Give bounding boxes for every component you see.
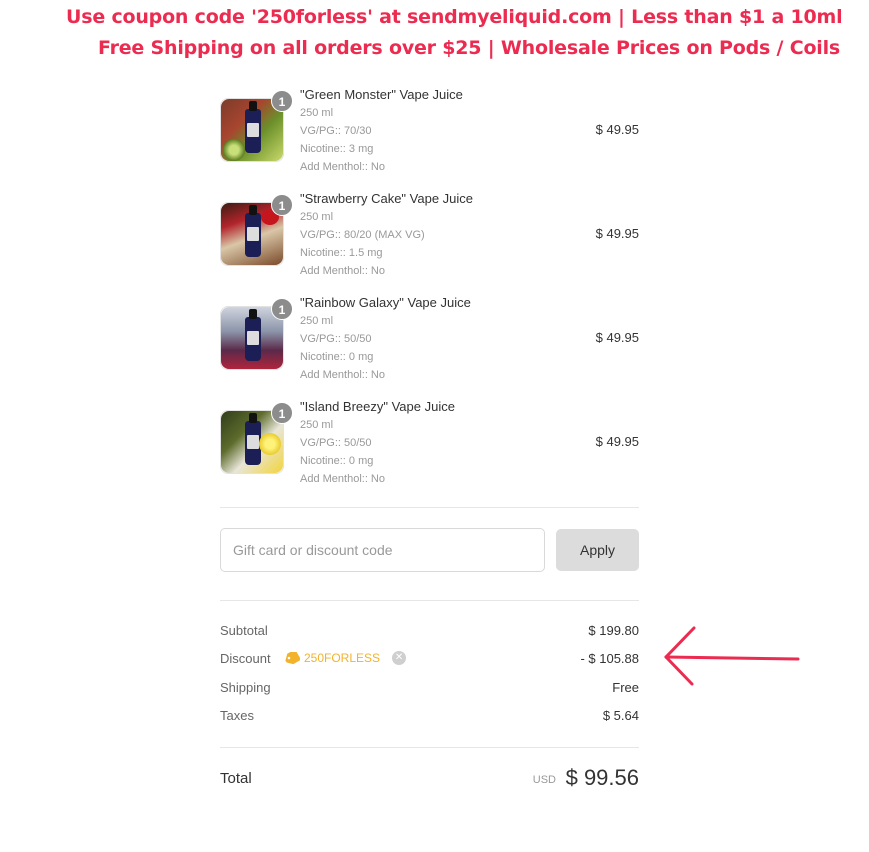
- applied-discount-tag: 250FORLESS ✕: [284, 651, 407, 665]
- line-item: 1 "Green Monster" Vape Juice 250 ml VG/P…: [220, 84, 639, 188]
- line-item: 1 "Strawberry Cake" Vape Juice 250 ml VG…: [220, 188, 639, 292]
- promo-banner-line-1: Use coupon code '250forless' at sendmyel…: [66, 6, 843, 28]
- product-info: "Strawberry Cake" Vape Juice 250 ml VG/P…: [300, 190, 473, 280]
- discount-code-input[interactable]: [220, 528, 545, 572]
- product-nicotine: Nicotine:: 0 mg: [300, 455, 374, 467]
- quantity-badge: 1: [271, 194, 293, 216]
- taxes-label: Taxes: [220, 708, 254, 723]
- line-item: 1 "Rainbow Galaxy" Vape Juice 250 ml VG/…: [220, 292, 639, 396]
- product-menthol: Add Menthol:: No: [300, 473, 385, 485]
- shipping-value: Free: [612, 680, 639, 695]
- annotation-arrow-icon: [664, 626, 800, 686]
- product-vgpg: VG/PG:: 80/20 (MAX VG): [300, 229, 425, 241]
- line-item: 1 "Island Breezy" Vape Juice 250 ml VG/P…: [220, 396, 639, 500]
- product-name: "Green Monster" Vape Juice: [300, 87, 463, 102]
- product-size: 250 ml: [300, 211, 334, 223]
- product-size: 250 ml: [300, 107, 334, 119]
- total-row: Total USD $ 99.56: [220, 748, 639, 812]
- product-price: $ 49.95: [595, 330, 639, 345]
- product-menthol: Add Menthol:: No: [300, 265, 385, 277]
- product-thumbnail: 1: [220, 90, 293, 162]
- product-size: 250 ml: [300, 419, 334, 431]
- quantity-badge: 1: [271, 298, 293, 320]
- tag-icon: [285, 652, 300, 664]
- product-nicotine: Nicotine:: 3 mg: [300, 143, 374, 155]
- product-name: "Strawberry Cake" Vape Juice: [300, 191, 474, 206]
- subtotal-label: Subtotal: [220, 623, 268, 638]
- product-thumbnail: 1: [220, 298, 293, 370]
- product-price: $ 49.95: [595, 226, 639, 241]
- order-summary: 1 "Green Monster" Vape Juice 250 ml VG/P…: [220, 84, 639, 812]
- discount-code-form: Apply: [220, 508, 639, 600]
- promo-banner-line-2: Free Shipping on all orders over $25 | W…: [98, 37, 841, 59]
- taxes-value: $ 5.64: [602, 708, 639, 723]
- product-menthol: Add Menthol:: No: [300, 161, 385, 173]
- subtotal-value: $ 199.80: [588, 623, 639, 638]
- product-name: "Island Breezy" Vape Juice: [300, 399, 455, 414]
- product-info: "Rainbow Galaxy" Vape Juice 250 ml VG/PG…: [300, 294, 471, 384]
- shipping-row: Shipping Free: [220, 680, 639, 700]
- remove-discount-icon[interactable]: ✕: [392, 651, 407, 665]
- shipping-label: Shipping: [220, 680, 271, 695]
- product-info: "Island Breezy" Vape Juice 250 ml VG/PG:…: [300, 398, 455, 488]
- total-amount: $ 99.56: [565, 765, 639, 790]
- product-size: 250 ml: [300, 315, 334, 327]
- product-info: "Green Monster" Vape Juice 250 ml VG/PG:…: [300, 86, 463, 176]
- discount-label: Discount: [220, 651, 271, 666]
- product-name: "Rainbow Galaxy" Vape Juice: [300, 295, 471, 310]
- discount-row: Discount 250FORLESS ✕ - $ 105.88: [220, 651, 639, 671]
- product-price: $ 49.95: [595, 122, 639, 137]
- discount-code-text: 250FORLESS: [304, 651, 381, 665]
- product-nicotine: Nicotine:: 1.5 mg: [300, 247, 383, 259]
- product-vgpg: VG/PG:: 70/30: [300, 125, 372, 137]
- product-nicotine: Nicotine:: 0 mg: [300, 351, 374, 363]
- quantity-badge: 1: [271, 402, 293, 424]
- product-vgpg: VG/PG:: 50/50: [300, 333, 372, 345]
- product-price: $ 49.95: [595, 434, 639, 449]
- total-label: Total: [220, 770, 252, 787]
- product-thumbnail: 1: [220, 194, 293, 266]
- apply-discount-button[interactable]: Apply: [556, 529, 639, 571]
- taxes-row: Taxes $ 5.64: [220, 708, 639, 728]
- quantity-badge: 1: [271, 90, 293, 112]
- totals-section: Subtotal $ 199.80 Discount 250FORLESS ✕ …: [220, 601, 639, 747]
- total-currency: USD: [532, 774, 556, 786]
- product-vgpg: VG/PG:: 50/50: [300, 437, 372, 449]
- subtotal-row: Subtotal $ 199.80: [220, 623, 639, 643]
- discount-value: - $ 105.88: [580, 651, 639, 666]
- product-thumbnail: 1: [220, 402, 293, 474]
- product-menthol: Add Menthol:: No: [300, 369, 385, 381]
